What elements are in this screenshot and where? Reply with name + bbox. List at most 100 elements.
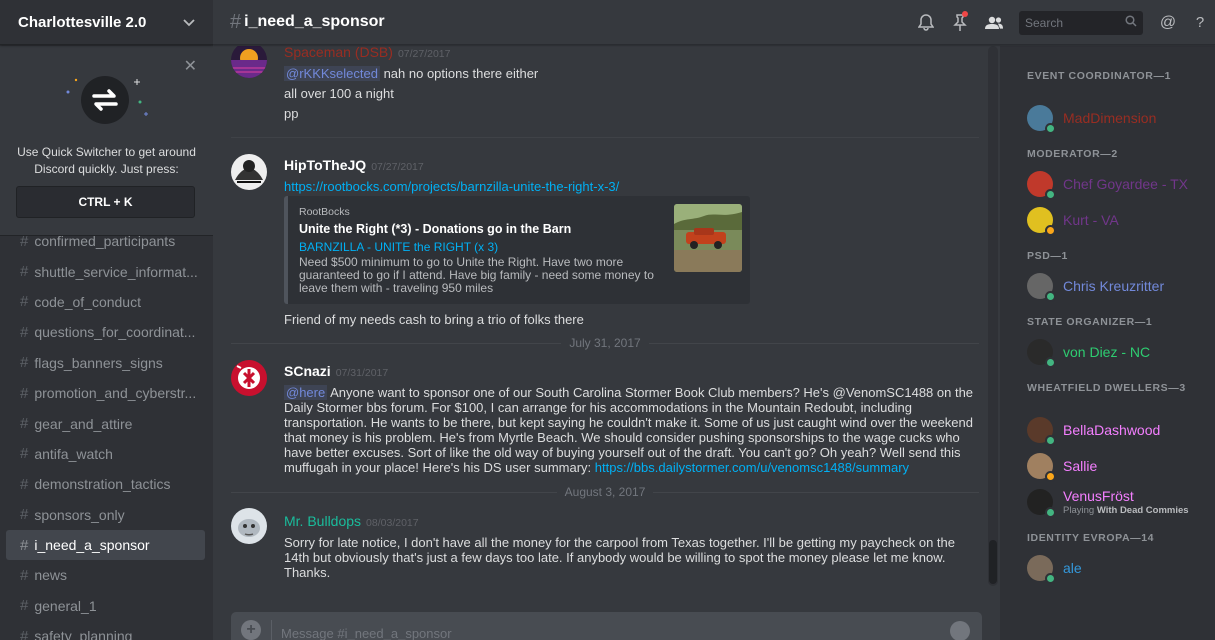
hash-icon: # xyxy=(20,415,29,433)
unread-dot xyxy=(962,11,968,17)
channel-name: questions_for_coordinat... xyxy=(34,324,196,341)
member-item[interactable]: BellaDashwood xyxy=(1027,414,1207,446)
search-box[interactable]: Search xyxy=(1019,10,1143,35)
channel-item[interactable]: # safety_planning xyxy=(6,621,205,640)
channel-list: # confirmed_participants # shuttle_service_… xyxy=(0,226,213,640)
member-item[interactable]: Kurt - VA xyxy=(1027,204,1207,236)
channel-name: i_need_a_sponsor xyxy=(34,537,150,554)
message-text: pp xyxy=(284,106,299,121)
message-link[interactable]: https://rootbocks.com/projects/barnzilla… xyxy=(284,179,979,194)
channel-item[interactable]: # sponsors_only xyxy=(6,500,205,530)
channel-name: shuttle_service_informat... xyxy=(34,263,198,280)
search-placeholder: Search xyxy=(1025,15,1064,30)
embed-description: Need $500 minimum to go to Unite the Rig… xyxy=(299,255,654,295)
message: Spaceman (DSB) 07/27/2017 @rKKKselected n… xyxy=(231,46,979,122)
close-icon[interactable]: ✕ xyxy=(184,56,197,76)
member-item[interactable]: Chef Goyardee - TX xyxy=(1027,168,1207,200)
avatar[interactable] xyxy=(231,46,267,78)
role-header: IDENTITY EVROPA—14 xyxy=(1027,532,1155,544)
channel-item[interactable]: # gear_and_attire xyxy=(6,408,205,438)
channel-title: i_need_a_sponsor xyxy=(244,13,385,30)
avatar[interactable] xyxy=(231,508,267,544)
date-divider: July 31, 2017 xyxy=(231,336,979,350)
quick-switcher-shortcut[interactable]: CTRL + K xyxy=(16,186,195,218)
hash-icon: # xyxy=(20,293,29,311)
channel-item[interactable]: # antifa_watch xyxy=(6,439,205,469)
composer-divider xyxy=(271,620,272,640)
message-author[interactable]: HipToTheJQ xyxy=(284,157,366,173)
member-list-icon[interactable] xyxy=(977,0,1011,45)
member-item[interactable]: ale xyxy=(1027,552,1207,584)
embed-thumbnail[interactable] xyxy=(674,204,742,272)
hash-icon: # xyxy=(20,627,29,640)
channel-item[interactable]: # flags_banners_signs xyxy=(6,348,205,378)
member-name: MadDimension xyxy=(1063,110,1157,126)
channel-item[interactable]: # news xyxy=(6,560,205,590)
channel-sidebar: Charlottesville 2.0 ✕ Use Quick Switcher… xyxy=(0,0,213,640)
member-name: Chef Goyardee - TX xyxy=(1063,176,1189,192)
member-item[interactable]: MadDimension xyxy=(1027,102,1207,134)
member-activity: Playing With Dead Commies xyxy=(1063,505,1189,516)
help-icon[interactable]: ? xyxy=(1185,0,1215,45)
quick-switcher-tip: ✕ Use Quick Switcher to get around Disco… xyxy=(0,46,213,236)
message: Mr. Bulldops 08/03/2017 Sorry for late no… xyxy=(231,508,979,588)
emoji-icon[interactable] xyxy=(950,621,970,640)
message-timestamp: 07/27/2017 xyxy=(397,48,451,60)
upload-plus-icon[interactable]: + xyxy=(241,620,261,640)
status-indicator xyxy=(1045,225,1056,236)
channel-item[interactable]: # i_need_a_sponsor xyxy=(6,529,205,561)
avatar[interactable] xyxy=(231,154,267,190)
avatar xyxy=(1027,417,1056,446)
member-item[interactable]: VenusFröst Playing With Dead Commies xyxy=(1027,486,1207,518)
status-indicator xyxy=(1045,291,1056,302)
member-name: VenusFröst xyxy=(1063,488,1134,504)
message-author[interactable]: SCnazi xyxy=(284,363,331,379)
status-indicator xyxy=(1045,435,1056,446)
pinned-messages-icon[interactable] xyxy=(943,0,977,45)
embed-subtitle[interactable]: BARNZILLA - UNITE the RIGHT (x 3) xyxy=(299,240,498,254)
embed-title[interactable]: Unite the Right (*3) - Donations go in t… xyxy=(299,222,571,236)
member-list: EVENT COORDINATOR—1 MadDimension MODERATOR… xyxy=(1000,46,1215,640)
channel-item[interactable]: # code_of_conduct xyxy=(6,287,205,317)
message-link[interactable]: https://bbs.dailystormer.com/u/venomsc14… xyxy=(595,460,909,475)
user-mention[interactable]: @rKKKselected xyxy=(284,66,380,81)
avatar xyxy=(1027,489,1056,518)
member-item[interactable]: Sallie xyxy=(1027,450,1207,482)
server-header[interactable]: Charlottesville 2.0 xyxy=(0,0,213,45)
here-mention[interactable]: @here xyxy=(284,385,328,400)
notification-bell-icon[interactable] xyxy=(909,0,943,45)
message-text: all over 100 a night xyxy=(284,86,394,101)
member-item[interactable]: von Diez - NC xyxy=(1027,336,1207,368)
channel-item[interactable]: # shuttle_service_informat... xyxy=(6,256,205,286)
member-name: Kurt - VA xyxy=(1063,212,1119,228)
message-text: @rKKKselected nah no options there eithe… xyxy=(284,66,539,81)
channel-item[interactable]: # promotion_and_cyberstr... xyxy=(6,378,205,408)
message-author[interactable]: Spaceman (DSB) xyxy=(284,46,393,60)
channel-item[interactable]: # demonstration_tactics xyxy=(6,469,205,499)
avatar xyxy=(1027,105,1056,134)
member-item[interactable]: Chris Kreuzritter xyxy=(1027,270,1207,302)
scroll-thumb[interactable] xyxy=(989,540,997,584)
hash-icon: # xyxy=(20,323,29,341)
status-indicator xyxy=(1045,123,1056,134)
mentions-icon[interactable]: @ xyxy=(1151,0,1185,45)
role-header: EVENT COORDINATOR—1 xyxy=(1027,70,1172,82)
avatar[interactable] xyxy=(231,360,267,396)
message-text: Friend of my needs cash to bring a trio … xyxy=(284,312,584,327)
member-name: ale xyxy=(1063,560,1082,576)
chevron-down-icon[interactable] xyxy=(183,14,195,30)
channel-item[interactable]: # general_1 xyxy=(6,591,205,621)
message-author[interactable]: Mr. Bulldops xyxy=(284,513,361,529)
message-scrollbar[interactable] xyxy=(988,46,998,586)
channel-name: flags_banners_signs xyxy=(34,354,163,371)
hash-icon: # xyxy=(20,354,29,372)
message-input[interactable] xyxy=(281,612,881,640)
channel-name: sponsors_only xyxy=(34,506,125,523)
hash-icon: # xyxy=(20,536,29,554)
avatar xyxy=(1027,453,1056,482)
channel-item[interactable]: # questions_for_coordinat... xyxy=(6,317,205,347)
member-name: von Diez - NC xyxy=(1063,344,1151,360)
avatar xyxy=(1027,555,1056,584)
avatar xyxy=(1027,171,1056,200)
channel-name: general_1 xyxy=(34,597,97,614)
